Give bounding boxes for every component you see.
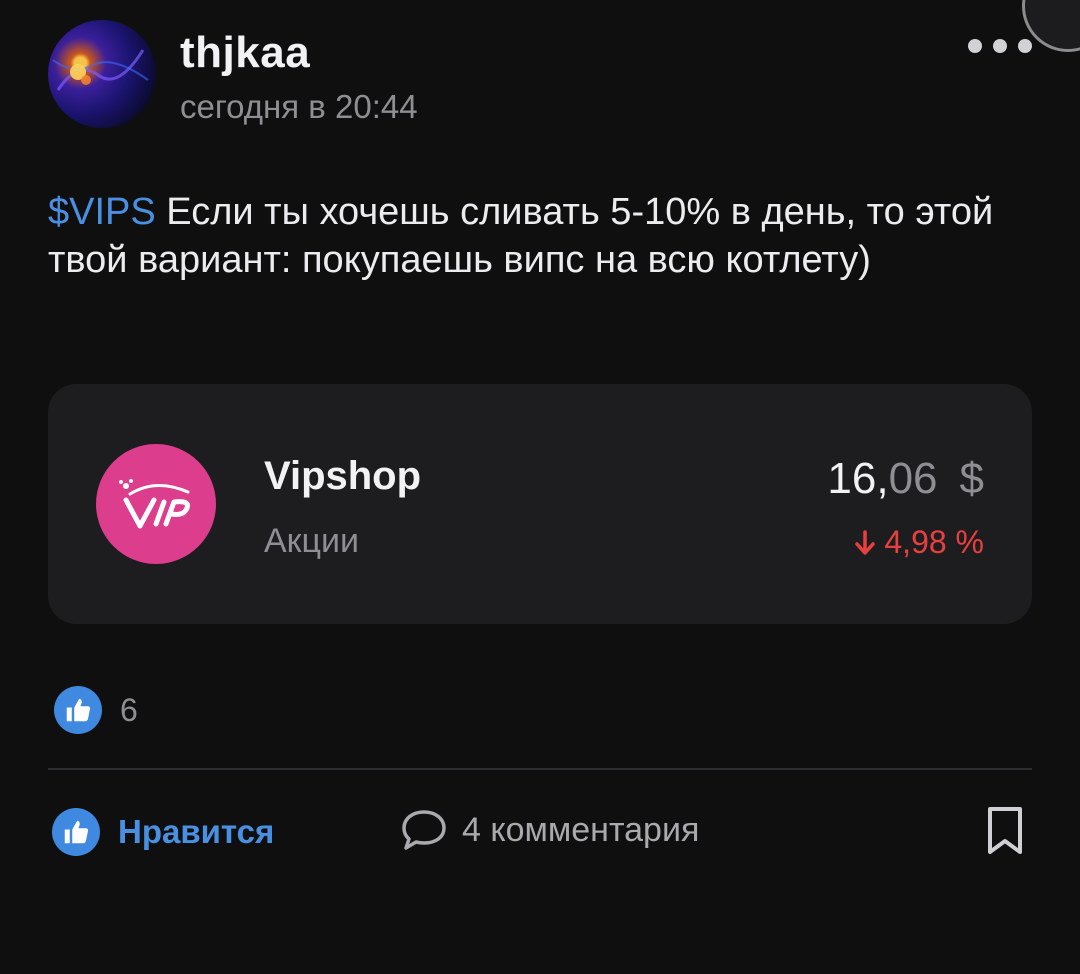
avatar[interactable] bbox=[48, 20, 156, 128]
bookmark-button[interactable] bbox=[986, 806, 1024, 861]
avatar-image bbox=[52, 49, 149, 91]
post-actions: Нравится 4 комментария bbox=[48, 800, 1032, 864]
dot bbox=[968, 39, 982, 53]
dot bbox=[993, 39, 1007, 53]
comment-bubble-icon bbox=[402, 810, 446, 850]
dot bbox=[1018, 39, 1032, 53]
divider bbox=[48, 768, 1032, 770]
post-screen: thjkaa сегодня в 20:44 $VIPS Если ты хоч… bbox=[0, 0, 1080, 974]
post-header: thjkaa сегодня в 20:44 bbox=[48, 20, 1048, 130]
thumbs-up-icon bbox=[52, 808, 100, 856]
likes-summary[interactable]: 6 bbox=[54, 686, 138, 734]
price-integer: 16, bbox=[827, 454, 889, 503]
like-label: Нравится bbox=[118, 813, 275, 850]
comments-label: 4 комментария bbox=[462, 810, 700, 849]
stock-type: Акции bbox=[264, 522, 360, 560]
likes-count: 6 bbox=[120, 691, 138, 728]
stock-name: Vipshop bbox=[264, 454, 422, 498]
price-currency: $ bbox=[959, 454, 984, 503]
author-name[interactable]: thjkaa bbox=[180, 28, 310, 78]
change-percent: 4,98 % bbox=[884, 524, 984, 560]
ticker-link[interactable]: $VIPS bbox=[48, 191, 156, 233]
like-button[interactable]: Нравится bbox=[52, 808, 274, 856]
bookmark-icon bbox=[988, 807, 1022, 854]
post-timestamp: сегодня в 20:44 bbox=[180, 88, 418, 125]
post-body: $VIPS Если ты хочешь сливать 5-10% в ден… bbox=[48, 188, 1008, 284]
price-fraction: 06 bbox=[888, 454, 938, 503]
stock-price: 16,06 $ bbox=[827, 454, 984, 504]
comments-button[interactable]: 4 комментария bbox=[400, 808, 699, 852]
thumbs-up-icon bbox=[54, 686, 102, 734]
vipshop-logo-icon bbox=[96, 444, 216, 564]
stock-card[interactable]: Vipshop Акции 16,06 $ 4,98 % bbox=[48, 384, 1032, 624]
stock-change: 4,98 % bbox=[854, 524, 984, 561]
arrow-down-icon bbox=[855, 529, 876, 555]
more-dots-icon[interactable] bbox=[968, 34, 1032, 58]
post-text: Если ты хочешь сливать 5-10% в день, то … bbox=[48, 191, 994, 281]
